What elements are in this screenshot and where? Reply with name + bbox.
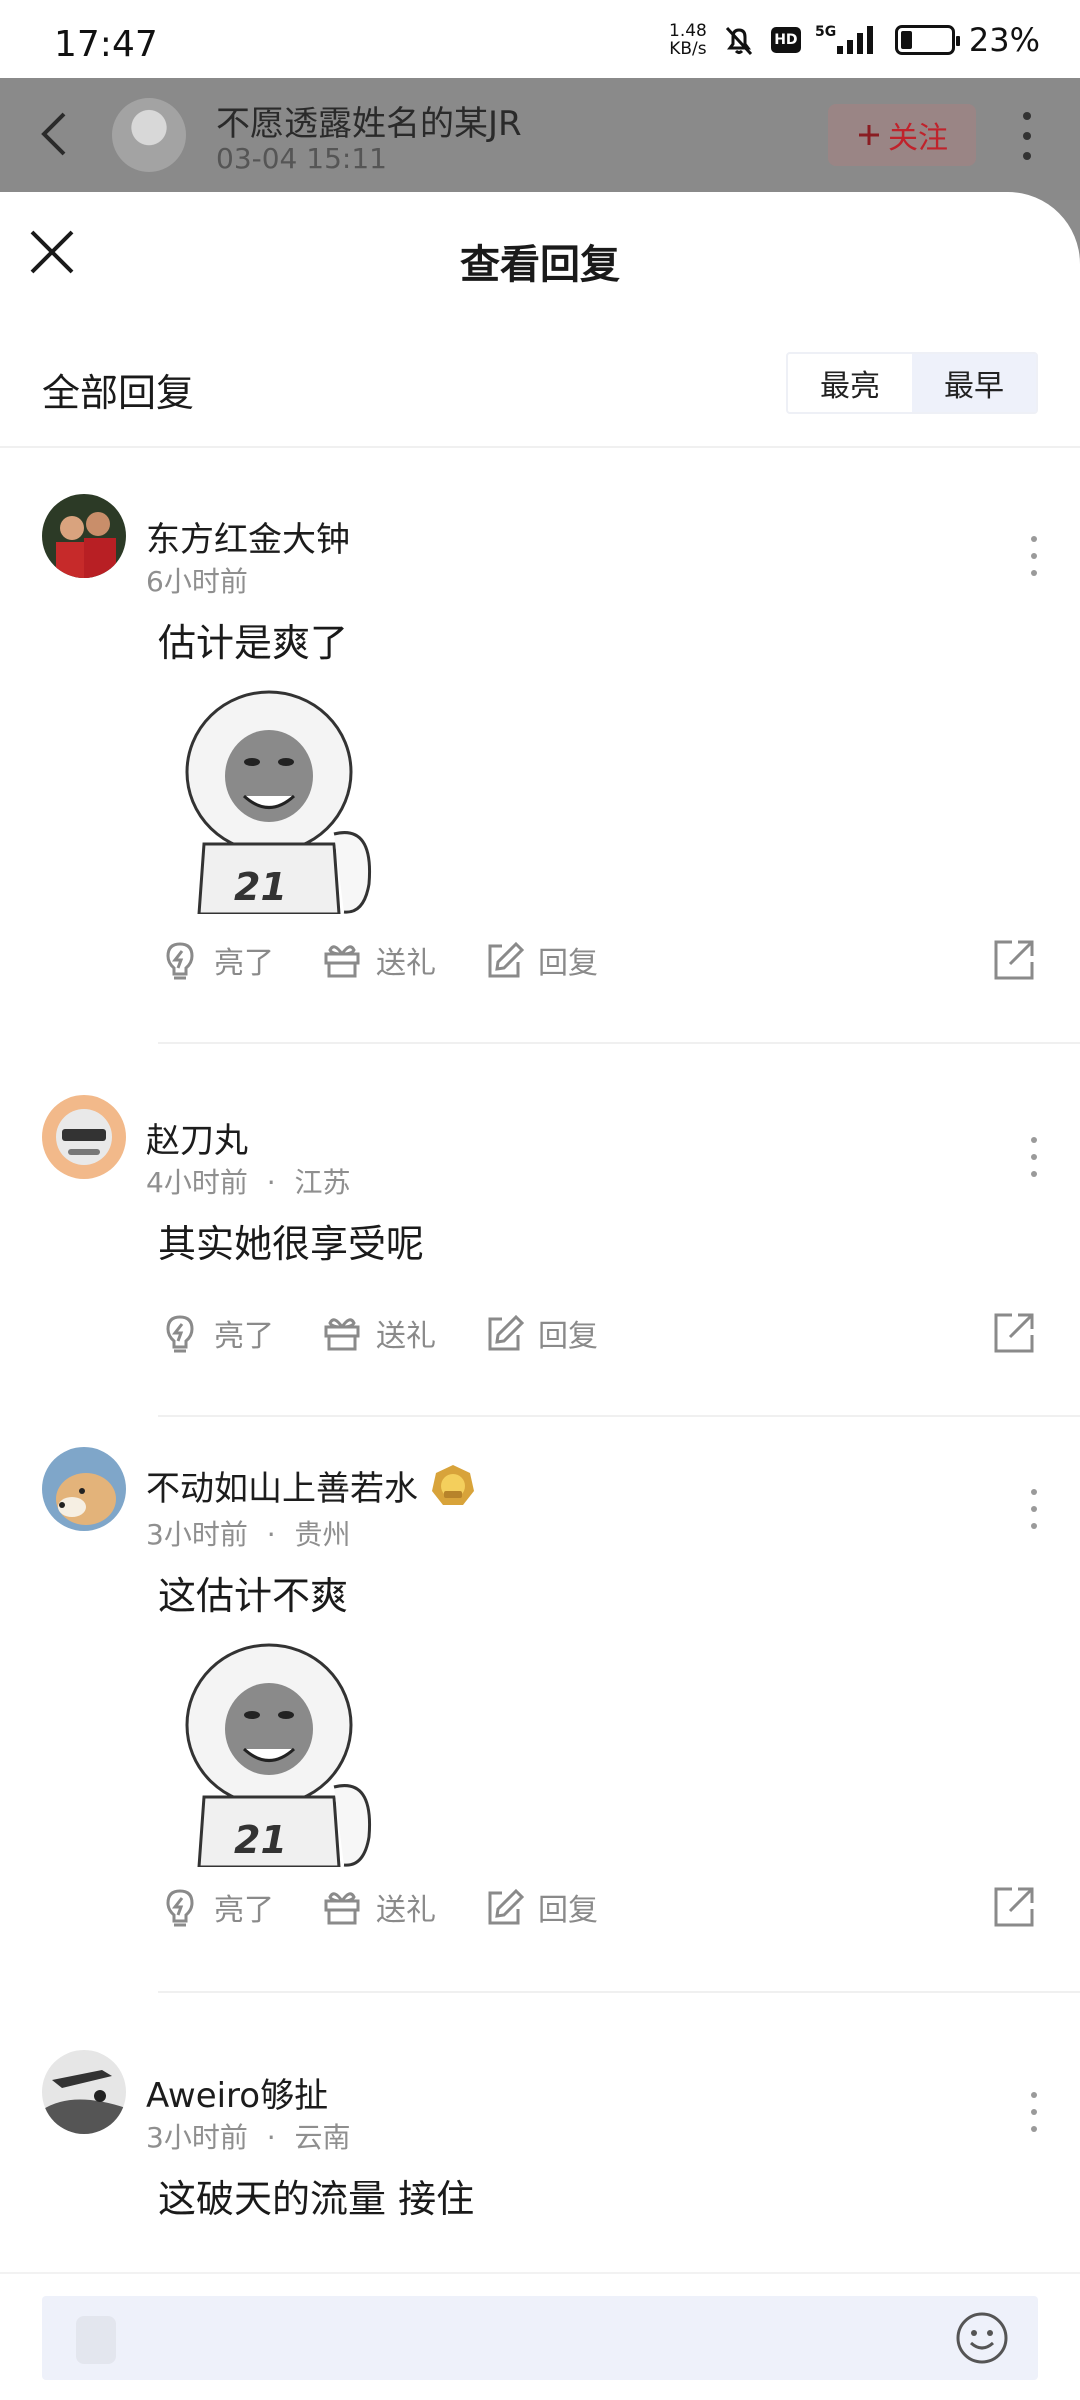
plus-icon <box>859 125 879 145</box>
comment-meta: 3小时前 · 贵州 <box>146 1518 351 1551</box>
svg-text:21: 21 <box>234 865 287 909</box>
edit-icon <box>488 1314 525 1351</box>
comment-location: 云南 <box>294 2121 351 2154</box>
comment-meta: 3小时前 · 云南 <box>146 2121 351 2154</box>
status-icons: 1.48 KB/s HD 5G 23% <box>669 18 1040 62</box>
battery-level <box>900 31 912 49</box>
lightbulb-icon <box>166 1315 194 1353</box>
author-avatar[interactable] <box>112 98 186 172</box>
gift-icon <box>324 945 360 978</box>
comment-username[interactable]: Aweiro够扯 <box>146 2068 328 2117</box>
edit-icon <box>488 941 525 978</box>
status-bar: 17:47 1.48 KB/s HD 5G 23% <box>0 0 1080 78</box>
sort-toggle: 最亮 最早 <box>786 352 1038 414</box>
comment-username[interactable]: 赵刀丸 <box>146 1113 248 1162</box>
share-icon[interactable] <box>990 1309 1038 1357</box>
avatar-photo <box>42 494 126 578</box>
comment-actions: 亮了 送礼 回复 <box>158 932 1038 988</box>
comment-location: 江苏 <box>294 1166 351 1199</box>
comment-username[interactable]: 不动如山上善若水 <box>146 1461 476 1510</box>
comment-meta: 4小时前 · 江苏 <box>146 1166 351 1199</box>
follow-label: 关注 <box>888 121 948 156</box>
follow-button[interactable]: 关注 <box>828 104 976 166</box>
lightbulb-icon <box>166 942 194 980</box>
replies-sheet: 查看回复 全部回复 最亮 最早 东方红金大钟 6小时前 估计是爽了 21 亮了 … <box>0 192 1080 2400</box>
gift-icon <box>324 1892 360 1925</box>
post-datetime: 03-04 15:11 <box>216 142 387 175</box>
battery-percent: 23% <box>968 21 1040 59</box>
reply-button[interactable]: 回复 <box>482 1311 598 1355</box>
like-label: 亮了 <box>214 1893 274 1928</box>
emoji-icon[interactable] <box>954 2310 1010 2366</box>
gift-label: 送礼 <box>376 1319 436 1354</box>
network-speed: 1.48 KB/s <box>669 21 707 59</box>
reply-button[interactable]: 回复 <box>482 938 598 982</box>
post-author-name[interactable]: 不愿透露姓名的某JR <box>216 96 522 145</box>
gift-label: 送礼 <box>376 946 436 981</box>
comment-actions: 亮了 送礼 回复 <box>158 1879 1038 1935</box>
like-label: 亮了 <box>214 1319 274 1354</box>
edit-icon <box>488 1888 525 1925</box>
comment-more-icon[interactable] <box>1028 536 1040 576</box>
bell-muted-icon <box>725 26 752 56</box>
like-button[interactable]: 亮了 <box>158 1311 274 1355</box>
lightbulb-icon <box>166 1889 194 1927</box>
comment-text: 这破天的流量 接住 <box>158 2177 475 2221</box>
battery-icon <box>894 25 960 55</box>
meme-sticker-image: 21 <box>164 684 394 914</box>
like-label: 亮了 <box>214 946 274 981</box>
meme-sticker-image: 21 <box>164 1637 394 1867</box>
reply-label: 回复 <box>538 946 598 981</box>
reply-button[interactable]: 回复 <box>482 1885 598 1929</box>
svg-text:21: 21 <box>234 1818 287 1862</box>
gift-label: 送礼 <box>376 1893 436 1928</box>
post-header: 不愿透露姓名的某JR 03-04 15:11 关注 <box>0 78 1080 200</box>
status-time: 17:47 <box>54 24 158 65</box>
gift-button[interactable]: 送礼 <box>320 938 436 982</box>
avatar[interactable] <box>42 1447 126 1531</box>
medal-icon <box>432 1464 474 1505</box>
avatar-cartoon <box>42 1095 126 1179</box>
more-options-icon[interactable] <box>1012 106 1042 166</box>
filter-row: 全部回复 最亮 最早 <box>0 322 1080 448</box>
avatar[interactable] <box>42 494 126 578</box>
sort-earliest-tab[interactable]: 最早 <box>912 354 1036 412</box>
comment-divider <box>158 1415 1080 1417</box>
comment-text: 估计是爽了 <box>158 621 349 665</box>
gift-button[interactable]: 送礼 <box>320 1885 436 1929</box>
comment-divider <box>158 1991 1080 1993</box>
comment-more-icon[interactable] <box>1028 1137 1040 1177</box>
document-icon <box>76 2316 116 2364</box>
comment-more-icon[interactable] <box>1028 1489 1040 1529</box>
comment-meta: 6小时前 <box>146 565 248 598</box>
avatar-dog-photo <box>42 1447 126 1531</box>
comment-more-icon[interactable] <box>1028 2092 1040 2132</box>
avatar[interactable] <box>42 1095 126 1179</box>
comment-actions: 亮了 送礼 回复 <box>158 1305 1038 1361</box>
gift-button[interactable]: 送礼 <box>320 1311 436 1355</box>
like-button[interactable]: 亮了 <box>158 938 274 982</box>
avatar-photo <box>42 2050 126 2134</box>
gift-icon <box>324 1318 360 1351</box>
share-icon[interactable] <box>990 936 1038 984</box>
like-button[interactable]: 亮了 <box>158 1885 274 1929</box>
back-icon[interactable] <box>30 104 80 164</box>
reply-input[interactable] <box>42 2296 1038 2380</box>
comment-username[interactable]: 东方红金大钟 <box>146 512 350 561</box>
comment-text: 这估计不爽 <box>158 1574 349 1618</box>
reply-input-bar <box>0 2272 1080 2400</box>
hd-badge: HD <box>770 27 801 53</box>
all-replies-label: 全部回复 <box>42 371 195 415</box>
sheet-title: 查看回复 <box>460 242 620 288</box>
network-type: 5G <box>815 24 836 40</box>
share-icon[interactable] <box>990 1883 1038 1931</box>
comment-text: 其实她很享受呢 <box>158 1222 425 1266</box>
avatar[interactable] <box>42 2050 126 2134</box>
comment-location: 贵州 <box>294 1518 351 1551</box>
sort-brightest-tab[interactable]: 最亮 <box>788 354 912 412</box>
comment-divider <box>158 1042 1080 1044</box>
reply-label: 回复 <box>538 1319 598 1354</box>
reply-label: 回复 <box>538 1893 598 1928</box>
signal-5g-icon: 5G <box>815 24 873 54</box>
